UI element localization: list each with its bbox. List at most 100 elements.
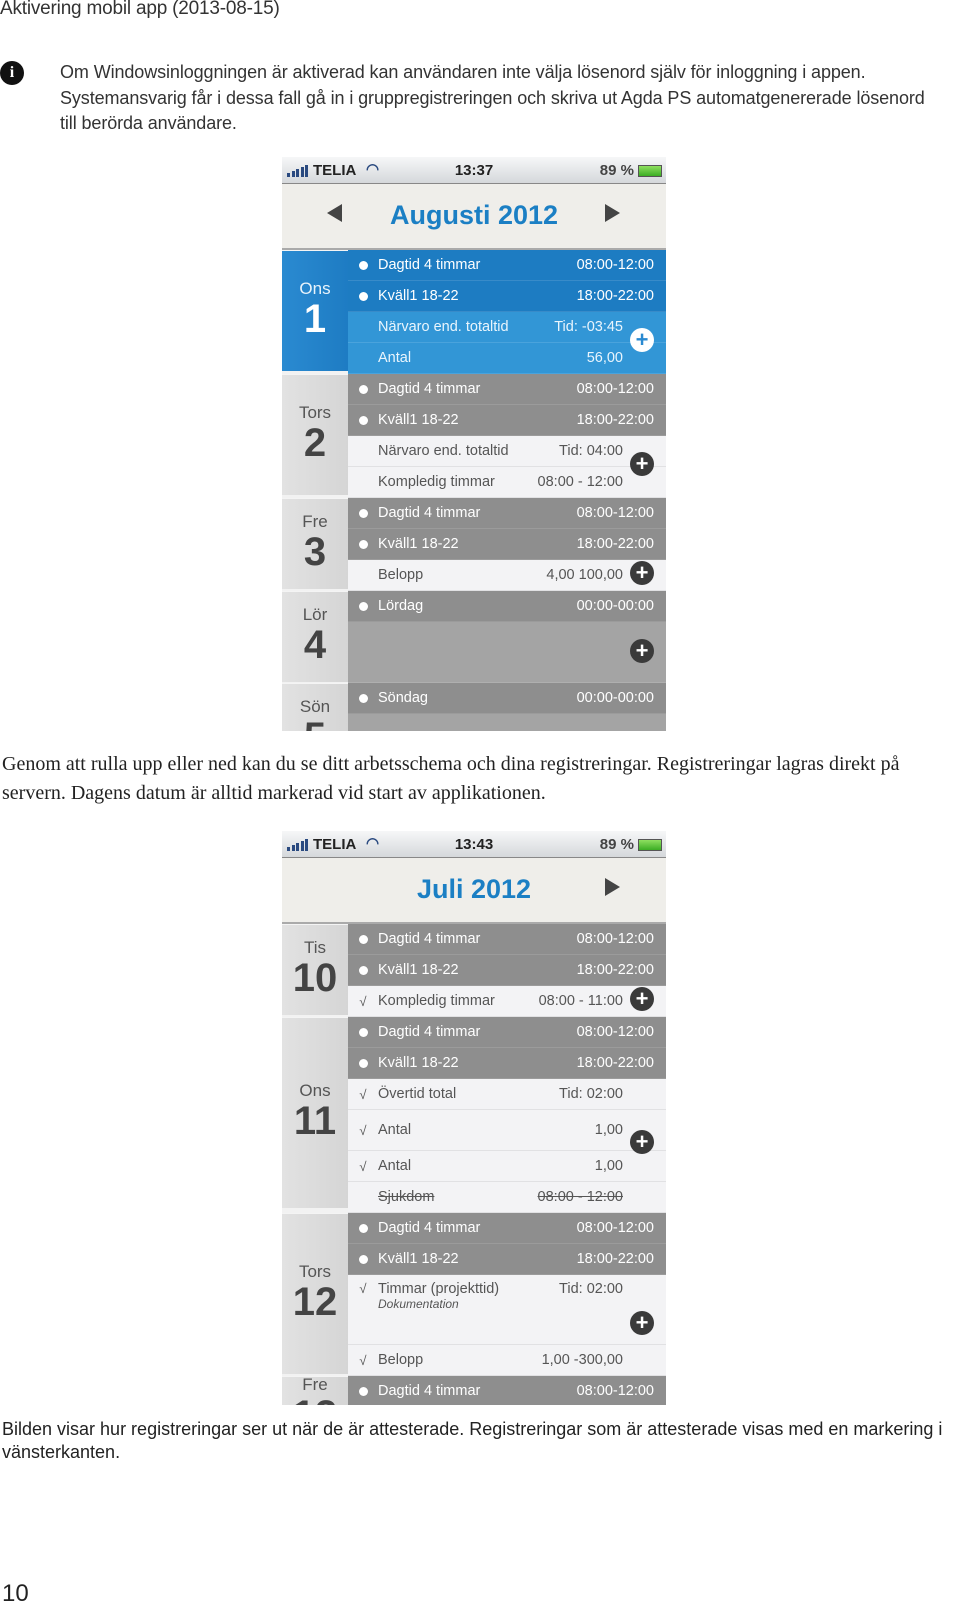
day-label[interactable]: Ons 1 bbox=[282, 250, 348, 371]
add-entry-button[interactable]: + bbox=[630, 639, 654, 663]
weekday-label: Sön bbox=[299, 697, 331, 716]
entry-value: Tid: 04:00 bbox=[559, 443, 623, 459]
day-block: Tors 2 Dagtid 4 timmar 08:00-12:00 Kväll1 18… bbox=[282, 374, 666, 498]
next-month-button[interactable] bbox=[605, 878, 620, 896]
entry-row[interactable]: √ Kompledig timmar 08:00 - 11:00 bbox=[348, 986, 666, 1017]
entry-row[interactable]: Kväll1 18-22 18:00-22:00 bbox=[348, 955, 666, 986]
entry-row[interactable]: Närvaro end. totaltid Tid: -03:45 bbox=[348, 312, 666, 343]
entry-row[interactable]: √ Antal 1,00 bbox=[348, 1110, 666, 1151]
add-entry-button[interactable]: + bbox=[630, 328, 654, 352]
entry-value: 08:00 - 12:00 bbox=[537, 1189, 623, 1205]
entry-row[interactable]: Sjukdom 08:00 - 12:00 bbox=[348, 1182, 666, 1213]
entry-value: 08:00-12:00 bbox=[576, 381, 654, 397]
entry-value: 08:00-12:00 bbox=[576, 1220, 654, 1236]
bullet-icon bbox=[348, 1221, 378, 1236]
bullet-dot bbox=[358, 415, 368, 425]
bullet-icon bbox=[348, 258, 378, 273]
entry-row[interactable]: Kväll1 18-22 18:00-22:00 bbox=[348, 405, 666, 436]
entry-row[interactable]: √ Övertid total Tid: 02:00 bbox=[348, 1079, 666, 1110]
bullet-dot bbox=[358, 1027, 368, 1037]
bullet-icon bbox=[348, 1025, 378, 1040]
entry-row[interactable]: Dagtid 4 timmar 08:00-12:00 bbox=[348, 250, 666, 281]
entry-row[interactable]: Lördag 00:00-00:00 bbox=[348, 591, 666, 622]
entry-row[interactable]: Kompledig timmar 08:00 - 12:00 bbox=[348, 467, 666, 498]
day-label[interactable]: Ons 11 bbox=[282, 1017, 348, 1208]
status-bar: TELIA ◠ 13:37 89 % bbox=[282, 157, 666, 184]
entry-value: 08:00 - 12:00 bbox=[537, 474, 623, 490]
battery-icon bbox=[638, 839, 662, 851]
screenshot-july: TELIA ◠ 13:43 89 % Juli 2012 Tis 10 Dagtid 4 ti… bbox=[282, 831, 666, 1405]
entry-row[interactable]: Närvaro end. totaltid Tid: 04:00 bbox=[348, 436, 666, 467]
entry-value: 18:00-22:00 bbox=[576, 962, 654, 978]
day-entries: Dagtid 4 timmar08:00-12:00Kväll1 18-2218… bbox=[348, 250, 666, 374]
day-label[interactable]: Tors 2 bbox=[282, 374, 348, 495]
entry-row[interactable]: √ Belopp 1,00 -300,00 bbox=[348, 1345, 666, 1376]
entry-value: 18:00-22:00 bbox=[576, 1251, 654, 1267]
entry-row[interactable]: √ Timmar (projekttid) Dokumentation Tid: 02… bbox=[348, 1275, 666, 1345]
status-bar: TELIA ◠ 13:43 89 % bbox=[282, 831, 666, 858]
entry-row[interactable]: Dagtid 4 timmar 08:00-12:00 bbox=[348, 1213, 666, 1244]
empty-slot[interactable] bbox=[348, 714, 666, 731]
next-month-button[interactable] bbox=[605, 204, 620, 222]
entry-row[interactable]: Dagtid 4 timmar 08:00-12:00 bbox=[348, 374, 666, 405]
entry-row[interactable]: Kväll1 18-22 18:00-22:00 bbox=[348, 281, 666, 312]
add-entry-button[interactable]: + bbox=[630, 987, 654, 1011]
entry-row[interactable]: Belopp 4,00 100,00 bbox=[348, 560, 666, 591]
day-block: Fre13Dagtid 4 timmar08:00-12:00Kväll1 18… bbox=[282, 1375, 666, 1405]
entry-row[interactable]: Dagtid 4 timmar 08:00-12:00 bbox=[348, 924, 666, 955]
bullet-dot bbox=[358, 693, 368, 703]
day-number: 5 bbox=[282, 717, 348, 731]
empty-slot[interactable] bbox=[348, 622, 666, 683]
day-label[interactable]: Lör 4 bbox=[282, 591, 348, 682]
add-entry-button[interactable]: + bbox=[630, 561, 654, 585]
entry-row[interactable]: Dagtid 4 timmar 08:00-12:00 bbox=[348, 1017, 666, 1048]
entry-value: 4,00 100,00 bbox=[546, 567, 623, 583]
entry-value: 08:00 - 11:00 bbox=[538, 993, 623, 1009]
bullet-icon bbox=[348, 932, 378, 947]
day-block: Ons 1 Dagtid 4 timmar 08:00-12:00 Kväll1 18-… bbox=[282, 250, 666, 374]
bullet-dot bbox=[358, 1254, 368, 1264]
day-number: 10 bbox=[292, 956, 338, 1000]
entry-row[interactable]: √ Antal 1,00 bbox=[348, 1151, 666, 1182]
battery-percent: 89 % bbox=[599, 836, 634, 853]
entry-value: 1,00 -300,00 bbox=[541, 1352, 623, 1368]
info-icon: i bbox=[0, 61, 24, 85]
entry-row[interactable]: Söndag 00:00-00:00 bbox=[348, 683, 666, 714]
day-block: Sön5Söndag00:00-00:00+ bbox=[282, 683, 666, 731]
add-entry-button[interactable]: + bbox=[630, 1311, 654, 1335]
day-label[interactable]: Fre 3 bbox=[282, 498, 348, 589]
bullet-icon bbox=[348, 691, 378, 706]
bullet-dot bbox=[358, 539, 368, 549]
day-block: Tis 10 Dagtid 4 timmar 08:00-12:00 Kväll1 18… bbox=[282, 924, 666, 1017]
approved-check-icon: √ bbox=[359, 993, 367, 1009]
entry-row[interactable]: Antal 56,00 bbox=[348, 343, 666, 374]
day-block: Tors 12 Dagtid 4 timmar 08:00-12:00 Kväll1 1… bbox=[282, 1213, 666, 1376]
day-label[interactable]: Fre13 bbox=[282, 1375, 348, 1405]
entry-row[interactable]: Dagtid 4 timmar 08:00-12:00 bbox=[348, 498, 666, 529]
entry-value: 1,00 bbox=[594, 1122, 623, 1138]
entry-row[interactable]: Kväll1 18-22 18:00-22:00 bbox=[348, 1244, 666, 1275]
entry-value: 18:00-22:00 bbox=[576, 1055, 654, 1071]
add-entry-button[interactable]: + bbox=[630, 1130, 654, 1154]
entry-row[interactable]: Kväll1 18-22 18:00-22:00 bbox=[348, 529, 666, 560]
day-label[interactable]: Sön5 bbox=[282, 683, 348, 731]
add-entry-button[interactable]: + bbox=[630, 452, 654, 476]
approved-check-icon: √ bbox=[359, 1086, 367, 1102]
day-label[interactable]: Tis 10 bbox=[282, 924, 348, 1015]
page-header: Aktivering mobil app (2013-08-15) bbox=[0, 0, 280, 19]
bullet-dot bbox=[358, 601, 368, 611]
bullet-dot bbox=[358, 1223, 368, 1233]
day-label[interactable]: Tors 12 bbox=[282, 1213, 348, 1374]
bullet-dot bbox=[358, 260, 368, 270]
weekday-label: Ons bbox=[299, 1081, 331, 1100]
entry-value: 08:00-12:00 bbox=[576, 931, 654, 947]
weekday-label: Tors bbox=[298, 1262, 332, 1281]
bullet-dot bbox=[358, 291, 368, 301]
weekday-label: Lör bbox=[302, 605, 328, 624]
day-entries: Dagtid 4 timmar08:00-12:00Kväll1 18-2218… bbox=[348, 1376, 666, 1405]
entry-row[interactable]: Dagtid 4 timmar 08:00-12:00 bbox=[348, 1376, 666, 1405]
weekday-label: Tors bbox=[298, 403, 332, 422]
entry-row[interactable]: Kväll1 18-22 18:00-22:00 bbox=[348, 1048, 666, 1079]
entry-value: 08:00-12:00 bbox=[576, 1383, 654, 1399]
bullet-dot bbox=[358, 965, 368, 975]
